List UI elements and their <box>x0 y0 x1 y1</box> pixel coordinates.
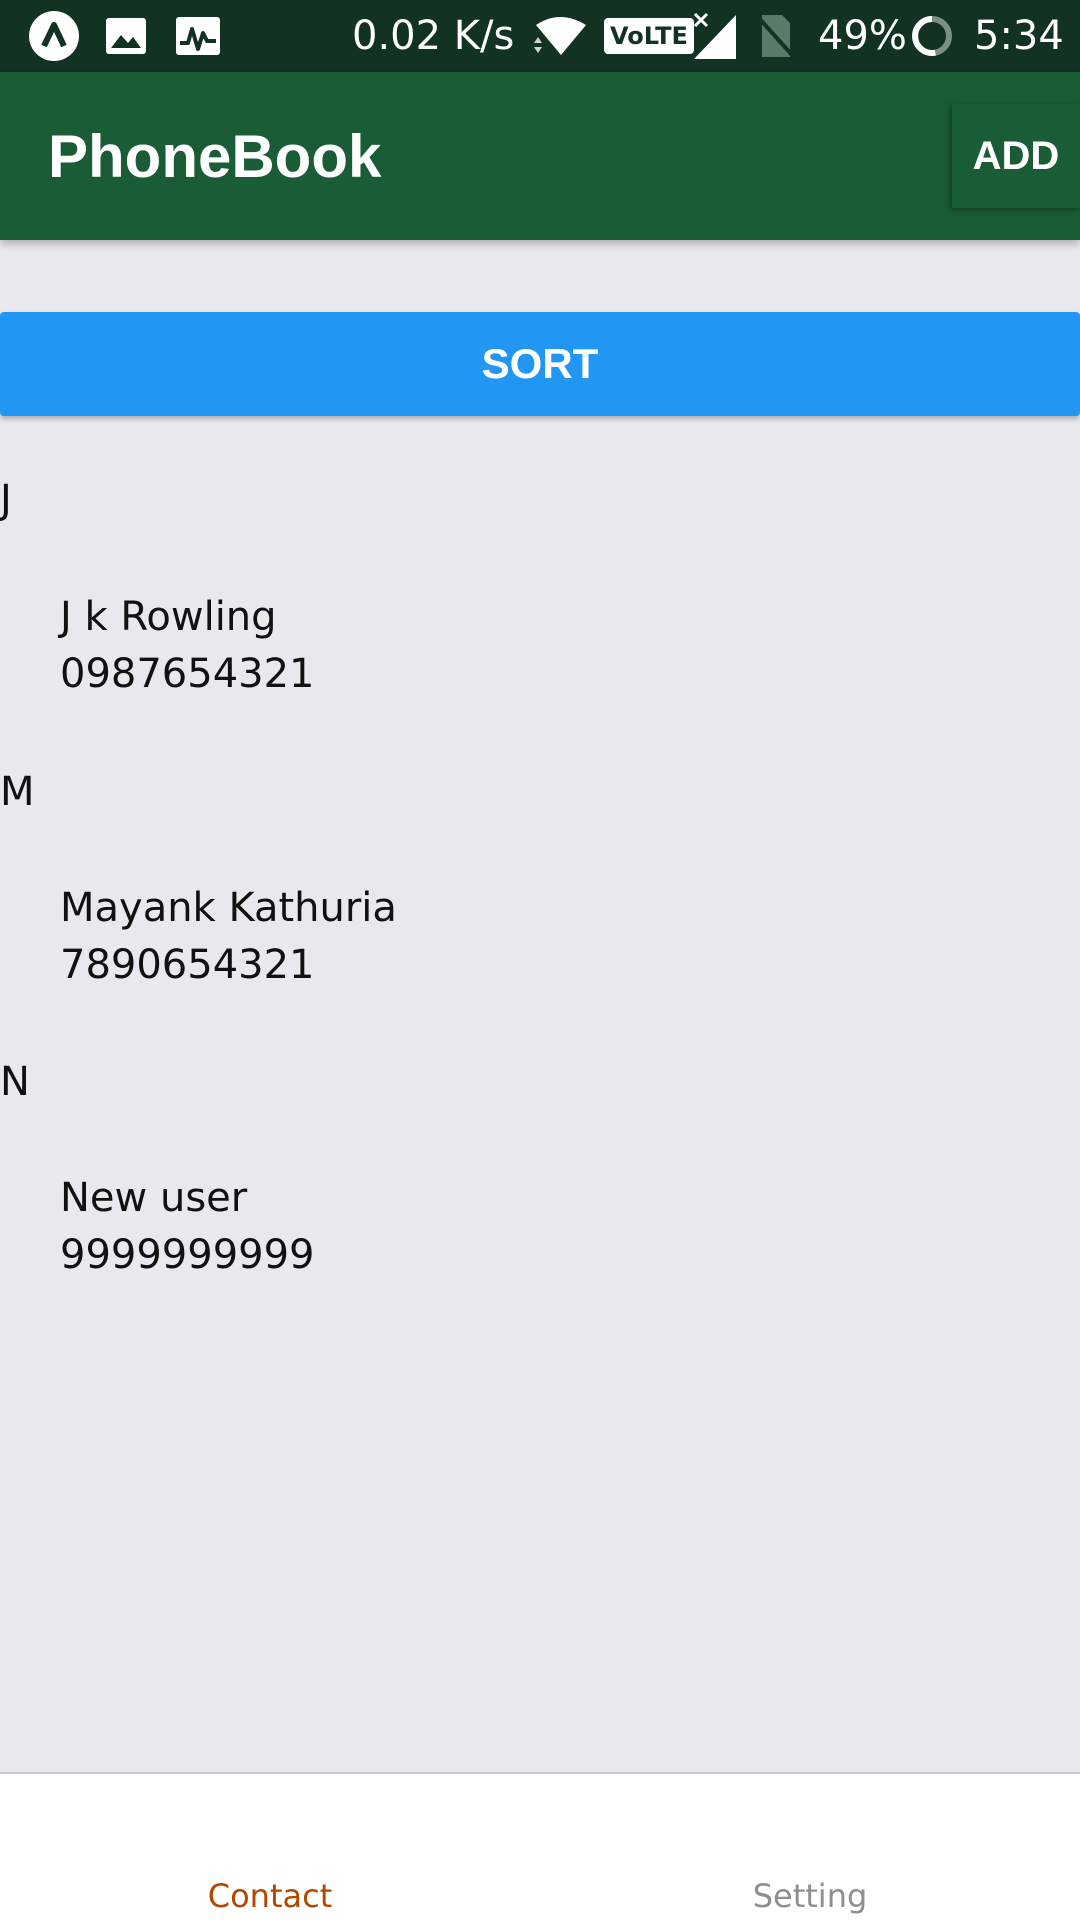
battery-percent: 49% <box>818 13 907 59</box>
status-time: 5:34 <box>974 13 1064 59</box>
contact-phone: 0987654321 <box>60 651 315 697</box>
tab-setting-label: Setting <box>752 1877 868 1915</box>
image-icon <box>104 0 148 72</box>
activity-icon <box>174 0 222 72</box>
section-header-n: N <box>0 1059 30 1105</box>
no-sim-icon <box>754 0 794 72</box>
tab-setting[interactable]: Setting <box>540 1774 1080 1920</box>
contact-item[interactable]: J k Rowling 0987654321 <box>60 589 960 703</box>
bottom-tab-bar: Contact Setting <box>0 1772 1080 1920</box>
wifi-icon <box>530 0 590 72</box>
app-title: PhoneBook <box>48 122 382 190</box>
sort-button[interactable]: SORT <box>0 312 1080 416</box>
section-header-m: M <box>0 769 35 815</box>
contact-phone: 7890654321 <box>60 942 315 988</box>
contact-name: New user <box>60 1175 248 1221</box>
signal-icon <box>692 0 738 72</box>
contact-item[interactable]: New user 9999999999 <box>60 1170 960 1284</box>
network-speed: 0.02 K/s <box>352 13 515 59</box>
status-bar: 0.02 K/s VoLTE 49% 5:34 <box>0 0 1080 72</box>
add-button[interactable]: ADD <box>952 104 1080 208</box>
app-launcher-icon <box>28 0 80 72</box>
contact-item[interactable]: Mayank Kathuria 7890654321 <box>60 880 960 994</box>
battery-icon <box>910 0 954 72</box>
contact-name: J k Rowling <box>60 594 277 640</box>
tab-contact-label: Contact <box>207 1877 333 1915</box>
contact-name: Mayank Kathuria <box>60 885 397 931</box>
section-header-j: J <box>0 477 12 523</box>
app-bar: PhoneBook ADD <box>0 72 1080 240</box>
volte-icon: VoLTE <box>604 0 694 72</box>
tab-contact[interactable]: Contact <box>0 1774 540 1920</box>
contact-phone: 9999999999 <box>60 1232 315 1278</box>
